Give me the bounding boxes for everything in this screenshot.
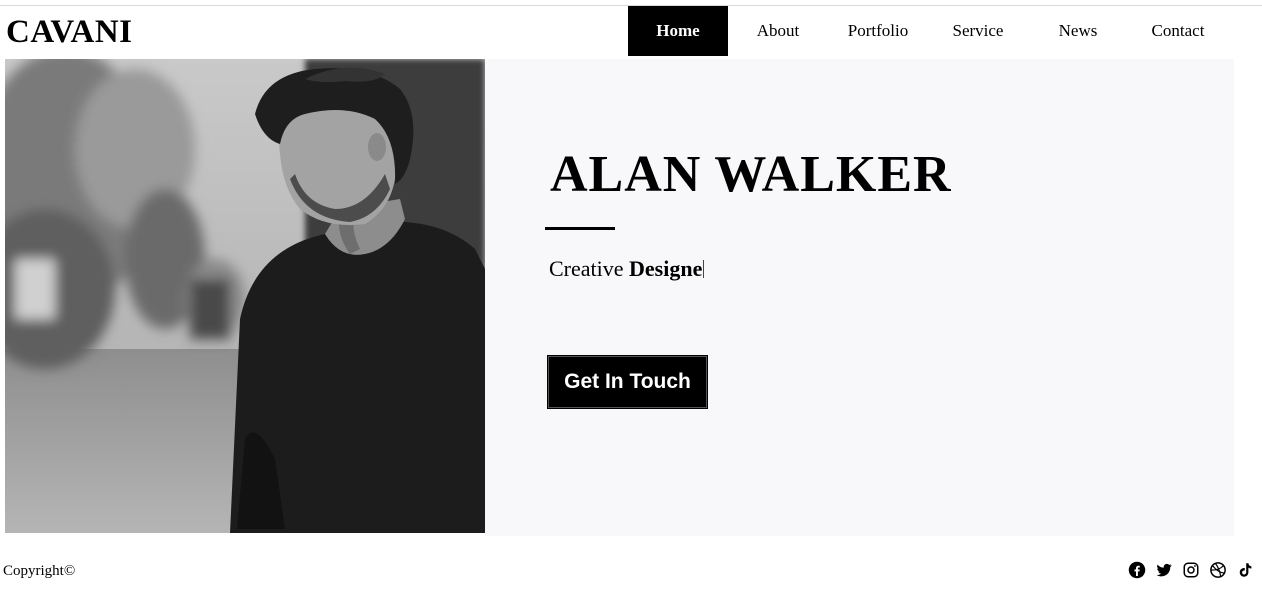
twitter-icon[interactable] — [1155, 561, 1173, 579]
nav-item-home[interactable]: Home — [628, 6, 728, 56]
tiktok-icon[interactable] — [1236, 561, 1254, 579]
tagline-prefix: Creative — [549, 256, 624, 281]
nav-item-contact[interactable]: Contact — [1128, 6, 1228, 56]
dribbble-icon[interactable] — [1209, 561, 1227, 579]
heading-underline — [545, 227, 615, 230]
social-links — [1128, 561, 1254, 579]
get-in-touch-button[interactable]: Get In Touch — [547, 355, 708, 409]
tagline-role-typed: Designe — [629, 256, 703, 281]
hero-tagline: Creative Designe — [549, 255, 705, 283]
nav-item-news[interactable]: News — [1028, 6, 1128, 56]
facebook-icon[interactable] — [1128, 561, 1146, 579]
nav-item-about[interactable]: About — [728, 6, 828, 56]
main-nav: Home About Portfolio Service News Contac… — [628, 6, 1228, 56]
instagram-icon[interactable] — [1182, 561, 1200, 579]
hero-panel — [485, 59, 1234, 536]
typing-caret — [703, 260, 705, 278]
hero-portrait-image — [5, 59, 485, 533]
nav-item-portfolio[interactable]: Portfolio — [828, 6, 928, 56]
copyright-text: Copyright© — [3, 563, 76, 579]
nav-item-service[interactable]: Service — [928, 6, 1028, 56]
brand-logo[interactable]: CAVANI — [6, 14, 133, 50]
hero-name-heading: ALAN WALKER — [550, 146, 952, 203]
page: CAVANI Home About Portfolio Service News… — [0, 0, 1262, 600]
